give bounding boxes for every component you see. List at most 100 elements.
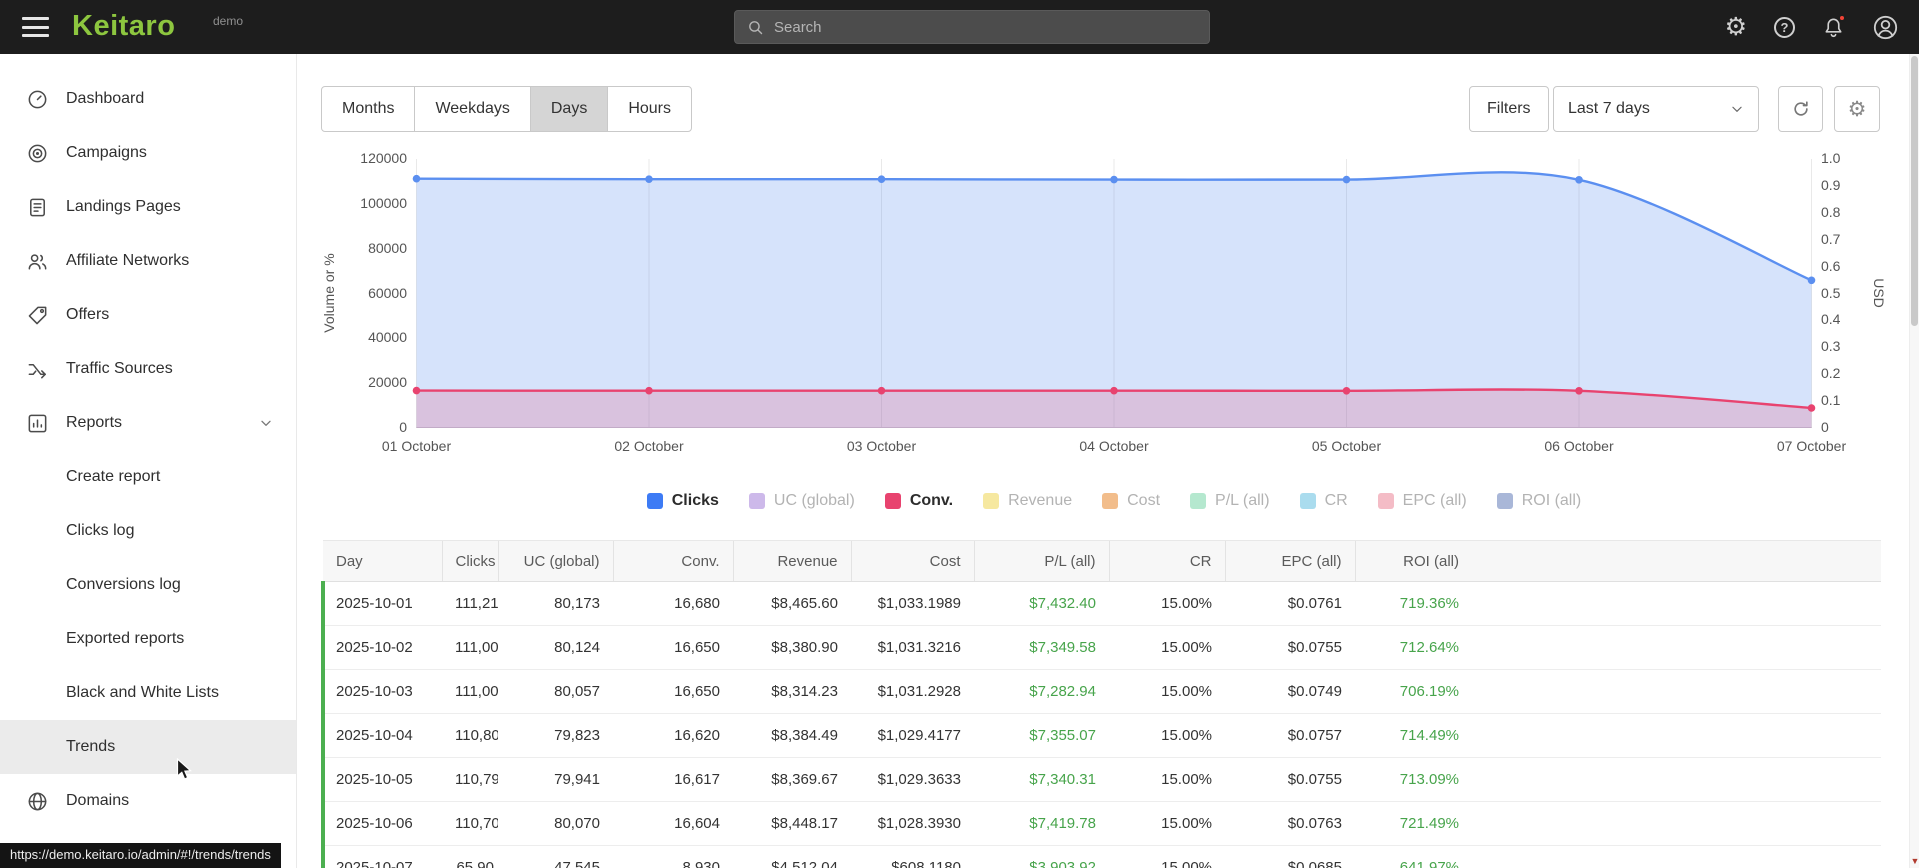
column-header-uc-global[interactable]: UC (global): [497, 540, 613, 582]
topbar: Keitaro demo ⚙ ?: [0, 0, 1919, 54]
legend-item[interactable]: CR: [1299, 492, 1348, 510]
trends-chart-plot[interactable]: [412, 159, 1816, 428]
tab-days[interactable]: Days: [529, 86, 609, 132]
filters-button[interactable]: Filters: [1469, 86, 1549, 132]
y-axis-tick-right: 0: [1821, 419, 1829, 435]
column-header-conv[interactable]: Conv.: [612, 540, 733, 582]
cell-conv: 8,930: [613, 845, 733, 868]
table-row[interactable]: 2025-10-04 110,80 79,823 16,620 $8,384.4…: [321, 713, 1881, 758]
scroll-down-indicator[interactable]: ▼: [1910, 856, 1919, 866]
hamburger-menu-icon[interactable]: [22, 17, 49, 37]
tag-icon: [26, 304, 49, 327]
sidebar-item-dashboard[interactable]: Dashboard: [0, 72, 296, 126]
sidebar-item-label: Affiliate Networks: [66, 252, 190, 269]
y-axis-tick-right: 0.2: [1821, 365, 1841, 382]
legend-item[interactable]: Revenue: [983, 492, 1072, 510]
legend-item[interactable]: EPC (all): [1377, 492, 1467, 510]
cell-uc-global: 80,173: [498, 581, 613, 626]
cell-uc-global: 79,823: [498, 713, 613, 758]
sidebar-item-campaigns[interactable]: Campaigns: [0, 126, 296, 180]
cell-filler: [1472, 713, 1881, 758]
table-row[interactable]: 2025-10-03 111,00 80,057 16,650 $8,314.2…: [321, 669, 1881, 714]
column-header-cost[interactable]: Cost: [850, 540, 974, 582]
legend-swatch: [983, 493, 1000, 509]
users-icon: [26, 250, 49, 273]
sidebar-item-affiliate-networks[interactable]: Affiliate Networks: [0, 234, 296, 288]
column-header-epc-all[interactable]: EPC (all): [1224, 540, 1355, 582]
help-icon[interactable]: ?: [1774, 16, 1795, 38]
x-axis-tick: 06 October: [1544, 438, 1614, 454]
refresh-icon: [1793, 101, 1808, 116]
cell-revenue: $8,465.60: [733, 581, 851, 626]
cell-clicks: 65,90: [442, 845, 498, 868]
sidebar-item-offers[interactable]: Offers: [0, 288, 296, 342]
column-header-revenue[interactable]: Revenue: [732, 540, 851, 582]
cell-cr: 15.00%: [1109, 757, 1225, 802]
cell-revenue: $8,448.17: [733, 801, 851, 846]
column-header-roi-all[interactable]: ROI (all): [1354, 540, 1472, 582]
legend-item[interactable]: Clicks: [646, 492, 719, 510]
table-row[interactable]: 2025-10-05 110,79 79,941 16,617 $8,369.6…: [321, 757, 1881, 802]
cell-conv: 16,617: [613, 757, 733, 802]
search-input[interactable]: [774, 18, 1197, 36]
legend-item[interactable]: ROI (all): [1496, 492, 1581, 510]
table-row[interactable]: 2025-10-02 111,00 80,124 16,650 $8,380.9…: [321, 625, 1881, 670]
tab-months[interactable]: Months: [321, 86, 416, 132]
sidebar-item-reports[interactable]: Reports: [0, 396, 296, 450]
cell-filler: [1472, 581, 1881, 626]
cell-clicks: 111,00: [442, 669, 498, 714]
settings-gear-icon[interactable]: ⚙: [1725, 14, 1747, 40]
column-header-day[interactable]: Day: [323, 540, 442, 582]
search-bar[interactable]: [734, 10, 1210, 44]
cell-revenue: $8,314.23: [733, 669, 851, 714]
tab-hours[interactable]: Hours: [607, 86, 693, 132]
sidebar-item-traffic-sources[interactable]: Traffic Sources: [0, 342, 296, 396]
cell-roi: 713.09%: [1355, 757, 1472, 802]
cell-day: 2025-10-02: [321, 625, 442, 670]
trends-table: Day Clicks UC (global) Conv. Revenue Cos…: [321, 540, 1881, 868]
legend-item[interactable]: Conv.: [884, 492, 953, 510]
legend-swatch: [1299, 493, 1316, 509]
cell-pl: $7,282.94: [974, 669, 1109, 714]
notifications-bell-icon[interactable]: [1822, 13, 1846, 39]
refresh-button[interactable]: [1778, 86, 1823, 132]
sidebar-item-black-and-white-lists[interactable]: Black and White Lists: [0, 666, 296, 720]
sidebar-item-landings-pages[interactable]: Landings Pages: [0, 180, 296, 234]
user-avatar-icon[interactable]: [1872, 14, 1899, 41]
sidebar-item-trends[interactable]: Trends: [0, 720, 296, 774]
column-header-pl-all[interactable]: P/L (all): [973, 540, 1109, 582]
legend-item[interactable]: UC (global): [748, 492, 855, 510]
sidebar-item-clicks-log[interactable]: Clicks log: [0, 504, 296, 558]
chart-settings-button[interactable]: ⚙: [1834, 86, 1880, 132]
granularity-tabs: Months Weekdays Days Hours: [321, 86, 693, 132]
page-scrollbar[interactable]: ▼: [1909, 54, 1919, 868]
cell-cr: 15.00%: [1109, 625, 1225, 670]
cell-clicks: 111,21: [442, 581, 498, 626]
traffic-merge-icon: [26, 358, 49, 381]
column-header-cr[interactable]: CR: [1108, 540, 1225, 582]
sidebar-item-exported-reports[interactable]: Exported reports: [0, 612, 296, 666]
link-url-tooltip: https://demo.keitaro.io/admin/#!/trends/…: [0, 843, 281, 868]
tab-weekdays[interactable]: Weekdays: [414, 86, 531, 132]
sidebar-item-domains[interactable]: Domains: [0, 774, 296, 828]
legend-label: P/L (all): [1215, 492, 1270, 509]
cell-epc: $0.0685: [1225, 845, 1355, 868]
table-row[interactable]: 2025-10-01 111,21 80,173 16,680 $8,465.6…: [321, 581, 1881, 626]
scrollbar-thumb[interactable]: [1911, 56, 1918, 326]
table-header: Day Clicks UC (global) Conv. Revenue Cos…: [323, 540, 1881, 582]
sidebar: Dashboard Campaigns Landings Pages Affil…: [0, 54, 297, 868]
sidebar-item-create-report[interactable]: Create report: [0, 450, 296, 504]
legend-item[interactable]: Cost: [1102, 492, 1160, 510]
y-axis-tick-right: 0.9: [1821, 176, 1841, 193]
brand-logo[interactable]: Keitaro: [72, 10, 175, 43]
cell-clicks: 110,79: [442, 757, 498, 802]
cell-uc-global: 80,124: [498, 625, 613, 670]
gear-icon: ⚙: [1847, 97, 1867, 121]
table-row[interactable]: 2025-10-07 65,90 47,545 8,930 $4,512.04 …: [321, 845, 1881, 868]
cell-day: 2025-10-04: [321, 713, 442, 758]
legend-item[interactable]: P/L (all): [1190, 492, 1270, 510]
period-select[interactable]: Last 7 days: [1553, 86, 1759, 132]
sidebar-item-conversions-log[interactable]: Conversions log: [0, 558, 296, 612]
table-row[interactable]: 2025-10-06 110,70 80,070 16,604 $8,448.1…: [321, 801, 1881, 846]
column-header-clicks[interactable]: Clicks: [441, 540, 498, 582]
